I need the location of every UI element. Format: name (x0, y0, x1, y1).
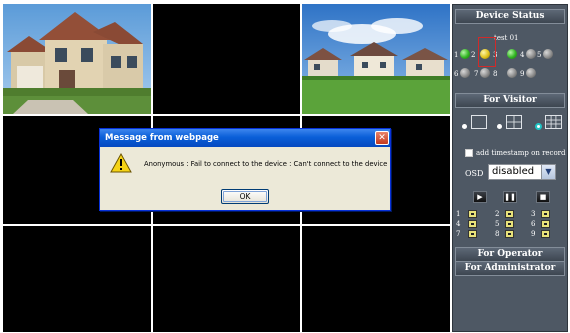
osd-label: OSD (465, 169, 484, 178)
video-channel-8[interactable] (153, 226, 300, 332)
channel-status-9[interactable] (526, 68, 536, 78)
channel-label-5: 5 (537, 51, 542, 59)
video-channel-7[interactable] (3, 226, 151, 332)
preset-button-9[interactable] (541, 230, 550, 238)
warning-icon (110, 152, 132, 173)
osd-select[interactable]: disabled ▼ (488, 164, 556, 180)
channel-status-1[interactable] (460, 49, 470, 59)
channel-status-3[interactable] (507, 49, 517, 59)
timestamp-label: add timestamp on record (476, 149, 566, 157)
channel-status-4[interactable] (526, 49, 536, 59)
device-status-header: Device Status (455, 9, 565, 24)
preset-number-9: 9 (531, 230, 536, 238)
ok-button[interactable]: OK (221, 189, 269, 204)
channel-status-5[interactable] (543, 49, 553, 59)
device-name: test 01 (494, 34, 519, 42)
channel-status-6[interactable] (460, 68, 470, 78)
channel-status-7[interactable] (480, 68, 490, 78)
pause-button[interactable]: ❚❚ (503, 191, 517, 203)
preset-number-6: 6 (531, 220, 536, 228)
neighborhood-camera-image (302, 4, 450, 114)
channel-label-9: 9 (520, 70, 525, 78)
message-dialog: Message from webpage ✕ Anonymous : Fail … (99, 128, 391, 211)
dialog-title: Message from webpage (100, 129, 390, 147)
layout-single-icon[interactable] (471, 115, 487, 129)
preset-button-6[interactable] (541, 220, 550, 228)
preset-number-2: 2 (495, 210, 500, 218)
for-visitor-header: For Visitor (455, 93, 565, 108)
layout-nine-radio[interactable] (535, 123, 542, 130)
channel-label-2: 2 (471, 51, 476, 59)
layout-nine-icon[interactable] (545, 115, 562, 129)
preset-button-8[interactable] (505, 230, 514, 238)
preset-number-3: 3 (531, 210, 536, 218)
for-administrator-header[interactable]: For Administrator (455, 261, 565, 276)
preset-number-8: 8 (495, 230, 500, 238)
preset-number-4: 4 (456, 220, 461, 228)
channel-label-7: 7 (474, 70, 479, 78)
channel-status-8[interactable] (507, 68, 517, 78)
osd-select-value: disabled (492, 166, 535, 177)
preset-button-1[interactable] (468, 210, 477, 218)
preset-button-3[interactable] (541, 210, 550, 218)
house-camera-image (3, 4, 151, 114)
channel-label-4: 4 (520, 51, 525, 59)
stop-button[interactable]: ■ (536, 191, 550, 203)
play-button[interactable]: ▶ (473, 191, 487, 203)
preset-button-7[interactable] (468, 230, 477, 238)
preset-button-5[interactable] (505, 220, 514, 228)
layout-quad-icon[interactable] (506, 115, 522, 129)
timestamp-checkbox[interactable] (465, 149, 473, 157)
video-channel-1[interactable] (3, 4, 151, 114)
preset-number-7: 7 (456, 230, 461, 238)
channel-label-1: 1 (454, 51, 459, 59)
channel-label-6: 6 (454, 70, 459, 78)
preset-number-5: 5 (495, 220, 500, 228)
layout-single-radio[interactable] (462, 124, 467, 129)
video-channel-3[interactable] (302, 4, 450, 114)
video-channel-2[interactable] (153, 4, 300, 114)
video-channel-9[interactable] (302, 226, 450, 332)
channel-label-8: 8 (493, 70, 498, 78)
close-icon[interactable]: ✕ (375, 131, 389, 145)
selected-channel-outline (478, 37, 496, 67)
layout-quad-radio[interactable] (497, 124, 502, 129)
preset-number-1: 1 (456, 210, 461, 218)
preset-button-4[interactable] (468, 220, 477, 228)
preset-button-2[interactable] (505, 210, 514, 218)
chevron-down-icon[interactable]: ▼ (541, 165, 555, 179)
dialog-message: Anonymous : Fail to connect to the devic… (144, 160, 388, 168)
for-operator-header[interactable]: For Operator (455, 247, 565, 262)
